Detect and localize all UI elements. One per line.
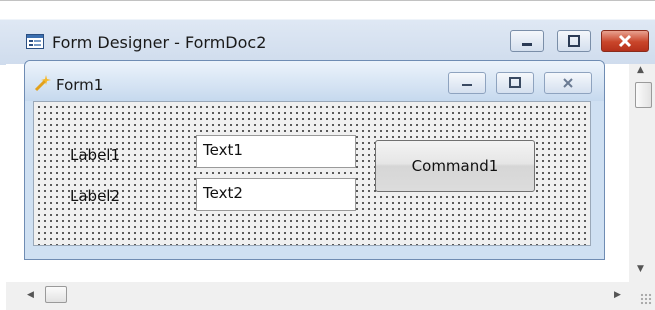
- maximize-icon: [568, 35, 580, 47]
- form-wand-icon: [34, 75, 51, 92]
- command1-button[interactable]: Command1: [375, 140, 535, 192]
- minimize-icon: [522, 43, 532, 46]
- horizontal-scroll-thumb[interactable]: [45, 286, 67, 303]
- text2-control[interactable]: Text2: [196, 178, 356, 211]
- scroll-up-icon[interactable]: ▲: [637, 65, 644, 75]
- label1-control[interactable]: Label1: [66, 144, 124, 166]
- scroll-right-icon[interactable]: ▶: [614, 290, 621, 300]
- window-close-button[interactable]: [601, 30, 649, 52]
- window-title: Form Designer - FormDoc2: [52, 33, 267, 52]
- resize-grip-icon[interactable]: [640, 293, 652, 305]
- window-maximize-button[interactable]: [557, 30, 591, 52]
- horizontal-scrollbar[interactable]: [6, 282, 655, 310]
- label2-control[interactable]: Label2: [66, 185, 124, 207]
- close-icon: [563, 78, 573, 88]
- minimize-icon: [462, 84, 472, 86]
- scroll-left-icon[interactable]: ◀: [27, 290, 34, 300]
- form1-maximize-button[interactable]: [496, 72, 534, 94]
- form-designer-icon: [26, 34, 44, 49]
- form1-title: Form1: [56, 76, 104, 94]
- scroll-down-icon[interactable]: ▼: [637, 264, 644, 274]
- close-icon: [618, 34, 632, 48]
- window-minimize-button[interactable]: [510, 30, 544, 52]
- text1-control[interactable]: Text1: [196, 135, 356, 168]
- vertical-scroll-thumb[interactable]: [635, 82, 652, 108]
- form1-minimize-button[interactable]: [448, 72, 486, 94]
- form-designer-window: Form Designer - FormDoc2 ▲ ▼ ◀ ▶ Form1 L…: [0, 0, 655, 310]
- form1-close-button[interactable]: [544, 72, 592, 94]
- maximize-icon: [509, 77, 521, 88]
